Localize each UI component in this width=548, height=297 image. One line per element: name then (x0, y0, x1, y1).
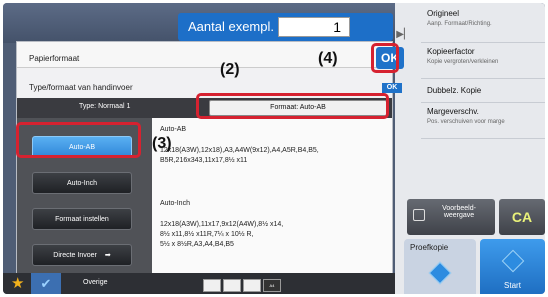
tab-type[interactable]: Type: Normaal 1 (79, 103, 130, 110)
callout-4: (4) (318, 50, 338, 67)
thumbnail (243, 279, 261, 292)
preview-label: Voorbeeld- weergave (442, 205, 476, 219)
size-list: 12x18(A3W),11x17,9x12(A4W),8½ x14, 8½ x1… (160, 221, 284, 248)
star-icon[interactable]: ★ (11, 274, 24, 292)
menu-item-kopieerfactor[interactable]: Kopieerfactor Kopie vergroten/verkleinen (421, 43, 545, 79)
option-formaat-instellen[interactable]: Formaat instellen (32, 208, 132, 230)
menu-item-sub: Aanp. Formaat/Richting. (427, 21, 492, 27)
size-list: 12x18(A3W),12x18),A3,A4W(9x12),A4,A5R,B4… (160, 147, 319, 164)
callout-3: (3) (152, 135, 172, 152)
diamond-icon (501, 249, 525, 273)
menu-item-sub: Kopie vergroten/verkleinen (427, 59, 499, 65)
group-title: Auto-Inch (160, 200, 190, 207)
ok-small-button[interactable]: OK (382, 83, 402, 93)
size-list-panel: Auto-AB 12x18(A3W),12x18),A3,A4W(9x12),A… (152, 118, 392, 273)
copies-label: Aantal exempl. (188, 19, 274, 34)
preview-icon (413, 209, 425, 221)
collapse-arrow-icon[interactable]: ▶▏ (395, 23, 413, 47)
highlight-auto-ab (16, 122, 141, 158)
check-icon[interactable]: ✔ (31, 273, 61, 294)
menu-item-title: Margeverschv. (427, 107, 479, 116)
menu-item-title: Origineel (427, 9, 460, 18)
start-label: Start (504, 281, 521, 290)
proefkopie-button[interactable]: Proefkopie (404, 239, 476, 294)
dialog-subtitle: Type/formaat van handinvoer (29, 83, 133, 92)
highlight-ok (371, 43, 399, 73)
option-auto-inch[interactable]: Auto-Inch (32, 172, 132, 194)
arrow-right-icon: ➡ (104, 252, 111, 259)
option-label: Directe Invoer (53, 252, 97, 259)
option-directe-invoer[interactable]: Directe Invoer ➡ (32, 244, 132, 266)
clear-all-button[interactable]: CA (499, 199, 545, 235)
copies-input[interactable]: 1 (278, 17, 350, 37)
menu-item-origineel[interactable]: Origineel Aanp. Formaat/Richting. (421, 9, 545, 43)
dialog-title: Papierformaat (29, 54, 80, 63)
bottom-bar: ★ ✔ Overige A4 (3, 273, 395, 294)
thumbnail (203, 279, 221, 292)
menu-item-title: Kopieerfactor (427, 47, 475, 56)
diamond-icon (428, 261, 452, 285)
thumbnail-a4: A4 (263, 279, 281, 292)
overige-label[interactable]: Overige (83, 279, 108, 286)
menu-item-dubbelz[interactable]: Dubbelz. Kopie (421, 79, 545, 103)
start-button[interactable]: Start (480, 239, 545, 294)
group-title: Auto-AB (160, 126, 187, 133)
highlight-format-tab (196, 93, 389, 119)
menu-item-sub: Pos. verschuiven voor marge (427, 119, 505, 125)
copies-bar: Aantal exempl. 1 (178, 13, 393, 41)
menu-item-title: Dubbelz. Kopie (427, 86, 482, 95)
preview-button[interactable]: Voorbeeld- weergave (407, 199, 495, 235)
proefkopie-label: Proefkopie (410, 243, 449, 252)
callout-2: (2) (220, 61, 240, 78)
menu-item-margeverschv[interactable]: Margeverschv. Pos. verschuiven voor marg… (421, 103, 545, 139)
thumbnail (223, 279, 241, 292)
